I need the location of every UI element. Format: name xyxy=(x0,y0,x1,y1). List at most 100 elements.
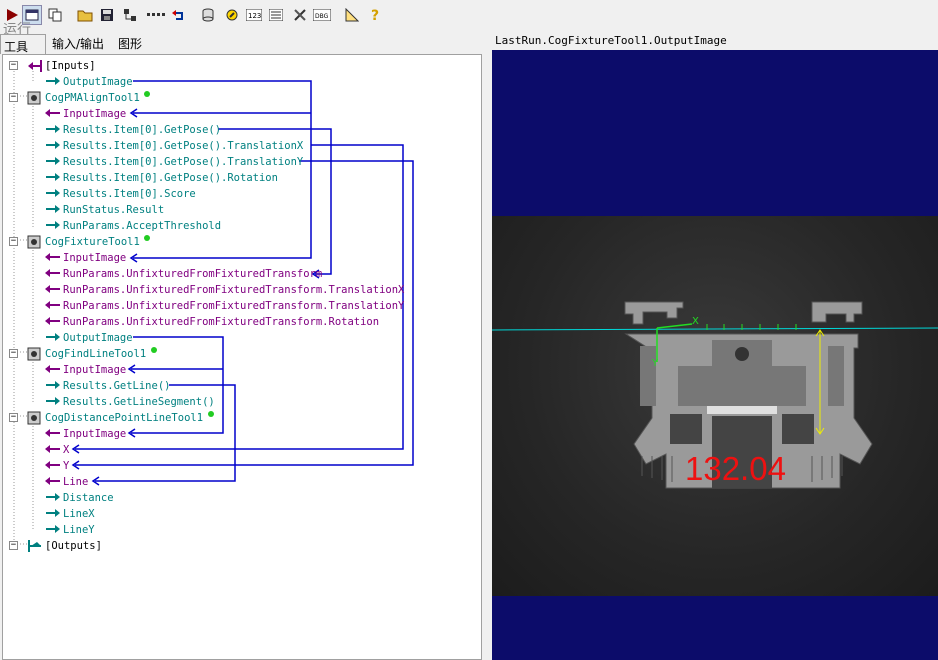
tree-row[interactable]: RunParams.UnfixturedFromFixturedTransfor… xyxy=(3,266,473,282)
output-terminal-icon xyxy=(45,219,60,233)
tree-expander[interactable]: − xyxy=(9,541,18,550)
database-icon[interactable] xyxy=(198,5,218,25)
tree-row[interactable]: Results.Item[0].GetPose() xyxy=(3,122,473,138)
tree-row[interactable]: OutputImage xyxy=(3,330,473,346)
tree-row-label: RunStatus.Result xyxy=(63,204,165,216)
tree-row[interactable]: Results.GetLineSegment() xyxy=(3,394,473,410)
tree-row[interactable]: − CogFixtureTool1 xyxy=(3,234,473,250)
tree-row[interactable]: Y xyxy=(3,458,473,474)
tree-row[interactable]: Line xyxy=(3,474,473,490)
tree-row[interactable]: LineX xyxy=(3,506,473,522)
tree-row-label: Distance xyxy=(63,492,114,504)
dbg-icon[interactable]: DBG xyxy=(312,5,332,25)
tree-row[interactable]: InputImage xyxy=(3,106,473,122)
tree-row[interactable]: Results.Item[0].GetPose().TranslationX xyxy=(3,138,473,154)
tree-row-label: Y xyxy=(63,460,70,472)
ellipsis-icon[interactable] xyxy=(145,5,167,25)
tree-row-label: RunParams.UnfixturedFromFixturedTransfor… xyxy=(63,316,380,328)
output-terminal-icon xyxy=(45,331,60,345)
tree-row-label: Line xyxy=(63,476,89,488)
list-icon[interactable] xyxy=(266,5,286,25)
fixture-tool-icon xyxy=(27,235,41,249)
tree-row[interactable]: RunParams.UnfixturedFromFixturedTransfor… xyxy=(3,282,473,298)
inputs-icon xyxy=(27,59,42,73)
tree-row-label: Results.Item[0].GetPose() xyxy=(63,124,222,136)
copy-icon[interactable] xyxy=(45,5,65,25)
output-terminal-icon xyxy=(45,171,60,185)
tree-row[interactable]: LineY xyxy=(3,522,473,538)
input-terminal-icon xyxy=(45,283,60,297)
tree-row[interactable]: RunParams.UnfixturedFromFixturedTransfor… xyxy=(3,298,473,314)
tree-row-label: LineY xyxy=(63,524,95,536)
tree-row[interactable]: OutputImage xyxy=(3,74,473,90)
tree-row[interactable]: RunParams.UnfixturedFromFixturedTransfor… xyxy=(3,314,473,330)
svg-text:X: X xyxy=(692,316,699,327)
open-folder-icon[interactable] xyxy=(75,5,95,25)
help-icon[interactable]: ? xyxy=(366,5,386,25)
output-terminal-icon xyxy=(45,203,60,217)
tree-row-label: X xyxy=(63,444,70,456)
input-terminal-icon xyxy=(45,363,60,377)
output-terminal-icon xyxy=(45,139,60,153)
undo-icon[interactable] xyxy=(168,5,188,25)
tree-expander[interactable]: − xyxy=(9,349,18,358)
status-ok-dot xyxy=(207,411,214,417)
image-panel-title: LastRun.CogFixtureTool1.OutputImage xyxy=(490,32,938,50)
tree-row-label: Results.Item[0].Score xyxy=(63,188,196,200)
image-display[interactable]: X Y 132.04 xyxy=(492,50,938,660)
tree-row[interactable]: InputImage xyxy=(3,426,473,442)
tree-row[interactable]: RunStatus.Result xyxy=(3,202,473,218)
tree-row[interactable]: − CogFindLineTool1 xyxy=(3,346,473,362)
tree-row[interactable]: − CogDistancePointLineTool1 xyxy=(3,410,473,426)
tab-tools[interactable]: 工具 xyxy=(0,34,46,54)
tree-row[interactable]: InputImage xyxy=(3,250,473,266)
output-terminal-icon xyxy=(45,155,60,169)
tab-graphics[interactable]: 图形 xyxy=(112,32,148,52)
tree-row[interactable]: InputImage xyxy=(3,362,473,378)
tab-io[interactable]: 输入/输出 xyxy=(46,32,110,52)
ruler-icon[interactable] xyxy=(342,5,362,25)
tree-expander[interactable]: − xyxy=(9,61,18,70)
tree-row-label: RunParams.UnfixturedFromFixturedTransfor… xyxy=(63,300,405,312)
link-icon[interactable] xyxy=(222,5,242,25)
tree-row[interactable]: RunParams.AcceptThreshold xyxy=(3,218,473,234)
output-terminal-icon xyxy=(45,395,60,409)
tab-bar: 工具 输入/输出 图形 xyxy=(0,32,490,54)
tree-row-label: OutputImage xyxy=(63,332,133,344)
save-icon[interactable] xyxy=(97,5,117,25)
output-terminal-icon xyxy=(45,187,60,201)
output-terminal-icon xyxy=(45,379,60,393)
tool-tree-icon[interactable] xyxy=(120,5,140,25)
tree-expander[interactable]: − xyxy=(9,413,18,422)
tree-row[interactable]: Distance xyxy=(3,490,473,506)
distance-tool-icon xyxy=(27,411,41,425)
tree-row-label: [Inputs] xyxy=(45,60,96,72)
tree-expander[interactable]: − xyxy=(9,237,18,246)
tree-row-label: OutputImage xyxy=(63,76,133,88)
tools-icon[interactable] xyxy=(290,5,310,25)
svg-text:123: 123 xyxy=(248,12,261,20)
status-ok-dot xyxy=(144,235,151,241)
tree-row[interactable]: Results.Item[0].Score xyxy=(3,186,473,202)
status-ok-dot xyxy=(150,347,157,353)
findline-tool-icon xyxy=(27,347,41,361)
tree-row[interactable]: Results.Item[0].GetPose().TranslationY xyxy=(3,154,473,170)
tree-row[interactable]: − [Inputs] xyxy=(3,58,473,74)
outputs-icon xyxy=(27,539,41,553)
tree-row[interactable]: Results.Item[0].GetPose().Rotation xyxy=(3,170,473,186)
123-icon[interactable]: 123 xyxy=(244,5,264,25)
tree-row-label: Results.Item[0].GetPose().Rotation xyxy=(63,172,278,184)
tree-row-label: RunParams.UnfixturedFromFixturedTransfor… xyxy=(63,268,323,280)
output-terminal-icon xyxy=(45,123,60,137)
tree-row-label: CogDistancePointLineTool1 xyxy=(45,412,204,424)
tree-row[interactable]: − [Outputs] xyxy=(3,538,473,554)
tool-tree-panel: − [Inputs] OutputImage − CogPMAlignTool1 Inpu… xyxy=(2,54,482,660)
tree-row-label: InputImage xyxy=(63,108,127,120)
distance-result-label: 132.04 xyxy=(685,450,786,487)
tree-row-label: RunParams.AcceptThreshold xyxy=(63,220,222,232)
tree-expander[interactable]: − xyxy=(9,93,18,102)
input-terminal-icon xyxy=(45,459,60,473)
tree-row[interactable]: − CogPMAlignTool1 xyxy=(3,90,473,106)
tree-row[interactable]: Results.GetLine() xyxy=(3,378,473,394)
tree-row[interactable]: X xyxy=(3,442,473,458)
